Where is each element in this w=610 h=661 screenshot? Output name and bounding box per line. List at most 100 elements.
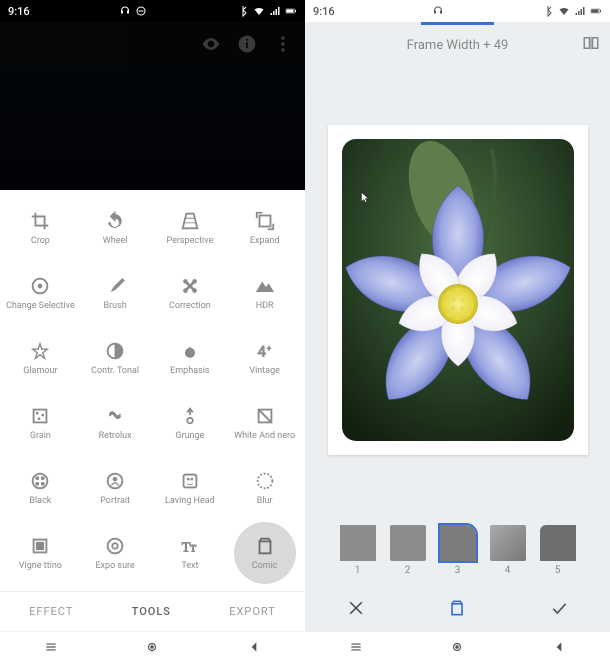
photo[interactable]: [342, 139, 574, 441]
tool-hdr[interactable]: HDR: [228, 261, 301, 324]
tool-expand[interactable]: Expand: [228, 196, 301, 259]
hdr-icon: [254, 275, 276, 297]
tool-brush[interactable]: Brush: [79, 261, 152, 324]
thumb-4[interactable]: 4: [490, 525, 526, 576]
grunge-icon: [179, 405, 201, 427]
tool-grain[interactable]: Grain: [4, 392, 77, 455]
tool-crop[interactable]: Crop: [4, 196, 77, 259]
svg-text:+: +: [266, 344, 270, 353]
tool-correction[interactable]: Correction: [154, 261, 227, 324]
photo-canvas: [305, 65, 610, 515]
bluetooth-icon: [542, 5, 554, 17]
perspective-icon: [179, 210, 201, 232]
flower-image: [342, 139, 574, 441]
tool-vignette[interactable]: Vigne ttino: [4, 522, 77, 585]
android-nav-right: [305, 631, 610, 661]
right-screen: 9:16 Frame Width + 49: [305, 0, 610, 661]
tab-tools[interactable]: TOOLS: [132, 605, 171, 618]
emphasis-icon: [179, 340, 201, 362]
black-icon: [29, 470, 51, 492]
headphone-icon: [432, 5, 444, 17]
status-bar-right: 9:16: [305, 0, 610, 22]
compare-button[interactable]: [582, 34, 600, 56]
status-icons: [119, 5, 147, 17]
tool-blur[interactable]: Blur: [228, 457, 301, 520]
svg-text:Tт: Tт: [182, 540, 196, 555]
glamour-icon: [29, 340, 51, 362]
svg-text:4: 4: [257, 342, 265, 360]
compare-icon: [582, 34, 600, 52]
bottom-tabs: EFFECT TOOLS EXPORT: [0, 591, 305, 631]
nav-back-icon[interactable]: [552, 640, 566, 654]
tab-effect[interactable]: EFFECT: [29, 605, 73, 618]
thumb-3[interactable]: 3: [440, 525, 476, 576]
thumb-5[interactable]: 5: [540, 525, 576, 576]
frame-icon[interactable]: [447, 598, 467, 618]
tool-text[interactable]: Tт Text: [154, 522, 227, 585]
blur-icon: [254, 470, 276, 492]
tonal-icon: [104, 340, 126, 362]
photo-preview-dim: [0, 66, 305, 190]
grain-icon: [29, 405, 51, 427]
status-bar-left: 9:16: [0, 0, 305, 22]
tool-bw[interactable]: White And nero: [228, 392, 301, 455]
status-right: [542, 5, 602, 17]
more-icon[interactable]: [273, 34, 293, 54]
right-actions: [305, 585, 610, 631]
tool-tonal[interactable]: Contr. Tonal: [79, 326, 152, 389]
comic-icon: [254, 535, 276, 557]
tool-glamour[interactable]: Glamour: [4, 326, 77, 389]
tool-rotate[interactable]: Wheel: [79, 196, 152, 259]
head-icon: [179, 470, 201, 492]
correction-icon: [179, 275, 201, 297]
nav-menu-icon[interactable]: [44, 640, 58, 654]
tool-selective[interactable]: Change Selective: [4, 261, 77, 324]
brush-icon: [104, 275, 126, 297]
tab-export[interactable]: EXPORT: [229, 605, 276, 618]
thumb-1[interactable]: 1: [340, 525, 376, 576]
expand-icon: [254, 210, 276, 232]
clock: 9:16: [8, 5, 30, 18]
signal-icon: [269, 5, 281, 17]
eye-icon[interactable]: [201, 34, 221, 54]
tool-head[interactable]: Laving Head: [154, 457, 227, 520]
tool-perspective[interactable]: Perspective: [154, 196, 227, 259]
tools-grid: Crop Wheel Perspective Expand Change Sel…: [0, 190, 305, 591]
nav-home-icon[interactable]: [450, 640, 464, 654]
frame-thumbs: 1 2 3 4 5: [305, 515, 610, 585]
text-icon: Tт: [179, 535, 201, 557]
tool-retrolux[interactable]: Retrolux: [79, 392, 152, 455]
selective-icon: [29, 275, 51, 297]
left-screen: 9:16 Crop Wheel: [0, 0, 305, 661]
status-icons-right: [237, 5, 297, 17]
bluetooth-icon: [237, 5, 249, 17]
rotate-icon: [104, 210, 126, 232]
headphone-icon: [119, 5, 131, 17]
nav-home-icon[interactable]: [145, 640, 159, 654]
battery-icon: [285, 5, 297, 17]
check-icon[interactable]: [549, 598, 569, 618]
tool-exposure[interactable]: Expo sure: [79, 522, 152, 585]
tool-grunge[interactable]: Grunge: [154, 392, 227, 455]
cursor-icon: [360, 191, 372, 203]
thumb-2[interactable]: 2: [390, 525, 426, 576]
wifi-icon: [558, 5, 570, 17]
nav-menu-icon[interactable]: [349, 640, 363, 654]
tool-portrait[interactable]: Portrait: [79, 457, 152, 520]
tool-comic[interactable]: Comic: [234, 522, 296, 584]
clock: 9:16: [313, 5, 335, 18]
vintage-icon: 4+: [254, 340, 276, 362]
exposure-icon: [104, 535, 126, 557]
portrait-icon: [104, 470, 126, 492]
photo-frame: [328, 125, 588, 455]
crop-icon: [29, 210, 51, 232]
tool-vintage[interactable]: 4+ Vintage: [228, 326, 301, 389]
info-icon[interactable]: [237, 34, 257, 54]
bw-icon: [254, 405, 276, 427]
frame-title-bar: Frame Width + 49: [305, 25, 610, 65]
tools-panel: Crop Wheel Perspective Expand Change Sel…: [0, 190, 305, 631]
tool-black[interactable]: Black: [4, 457, 77, 520]
nav-back-icon[interactable]: [247, 640, 261, 654]
close-icon[interactable]: [346, 598, 366, 618]
tool-emphasis[interactable]: Emphasis: [154, 326, 227, 389]
